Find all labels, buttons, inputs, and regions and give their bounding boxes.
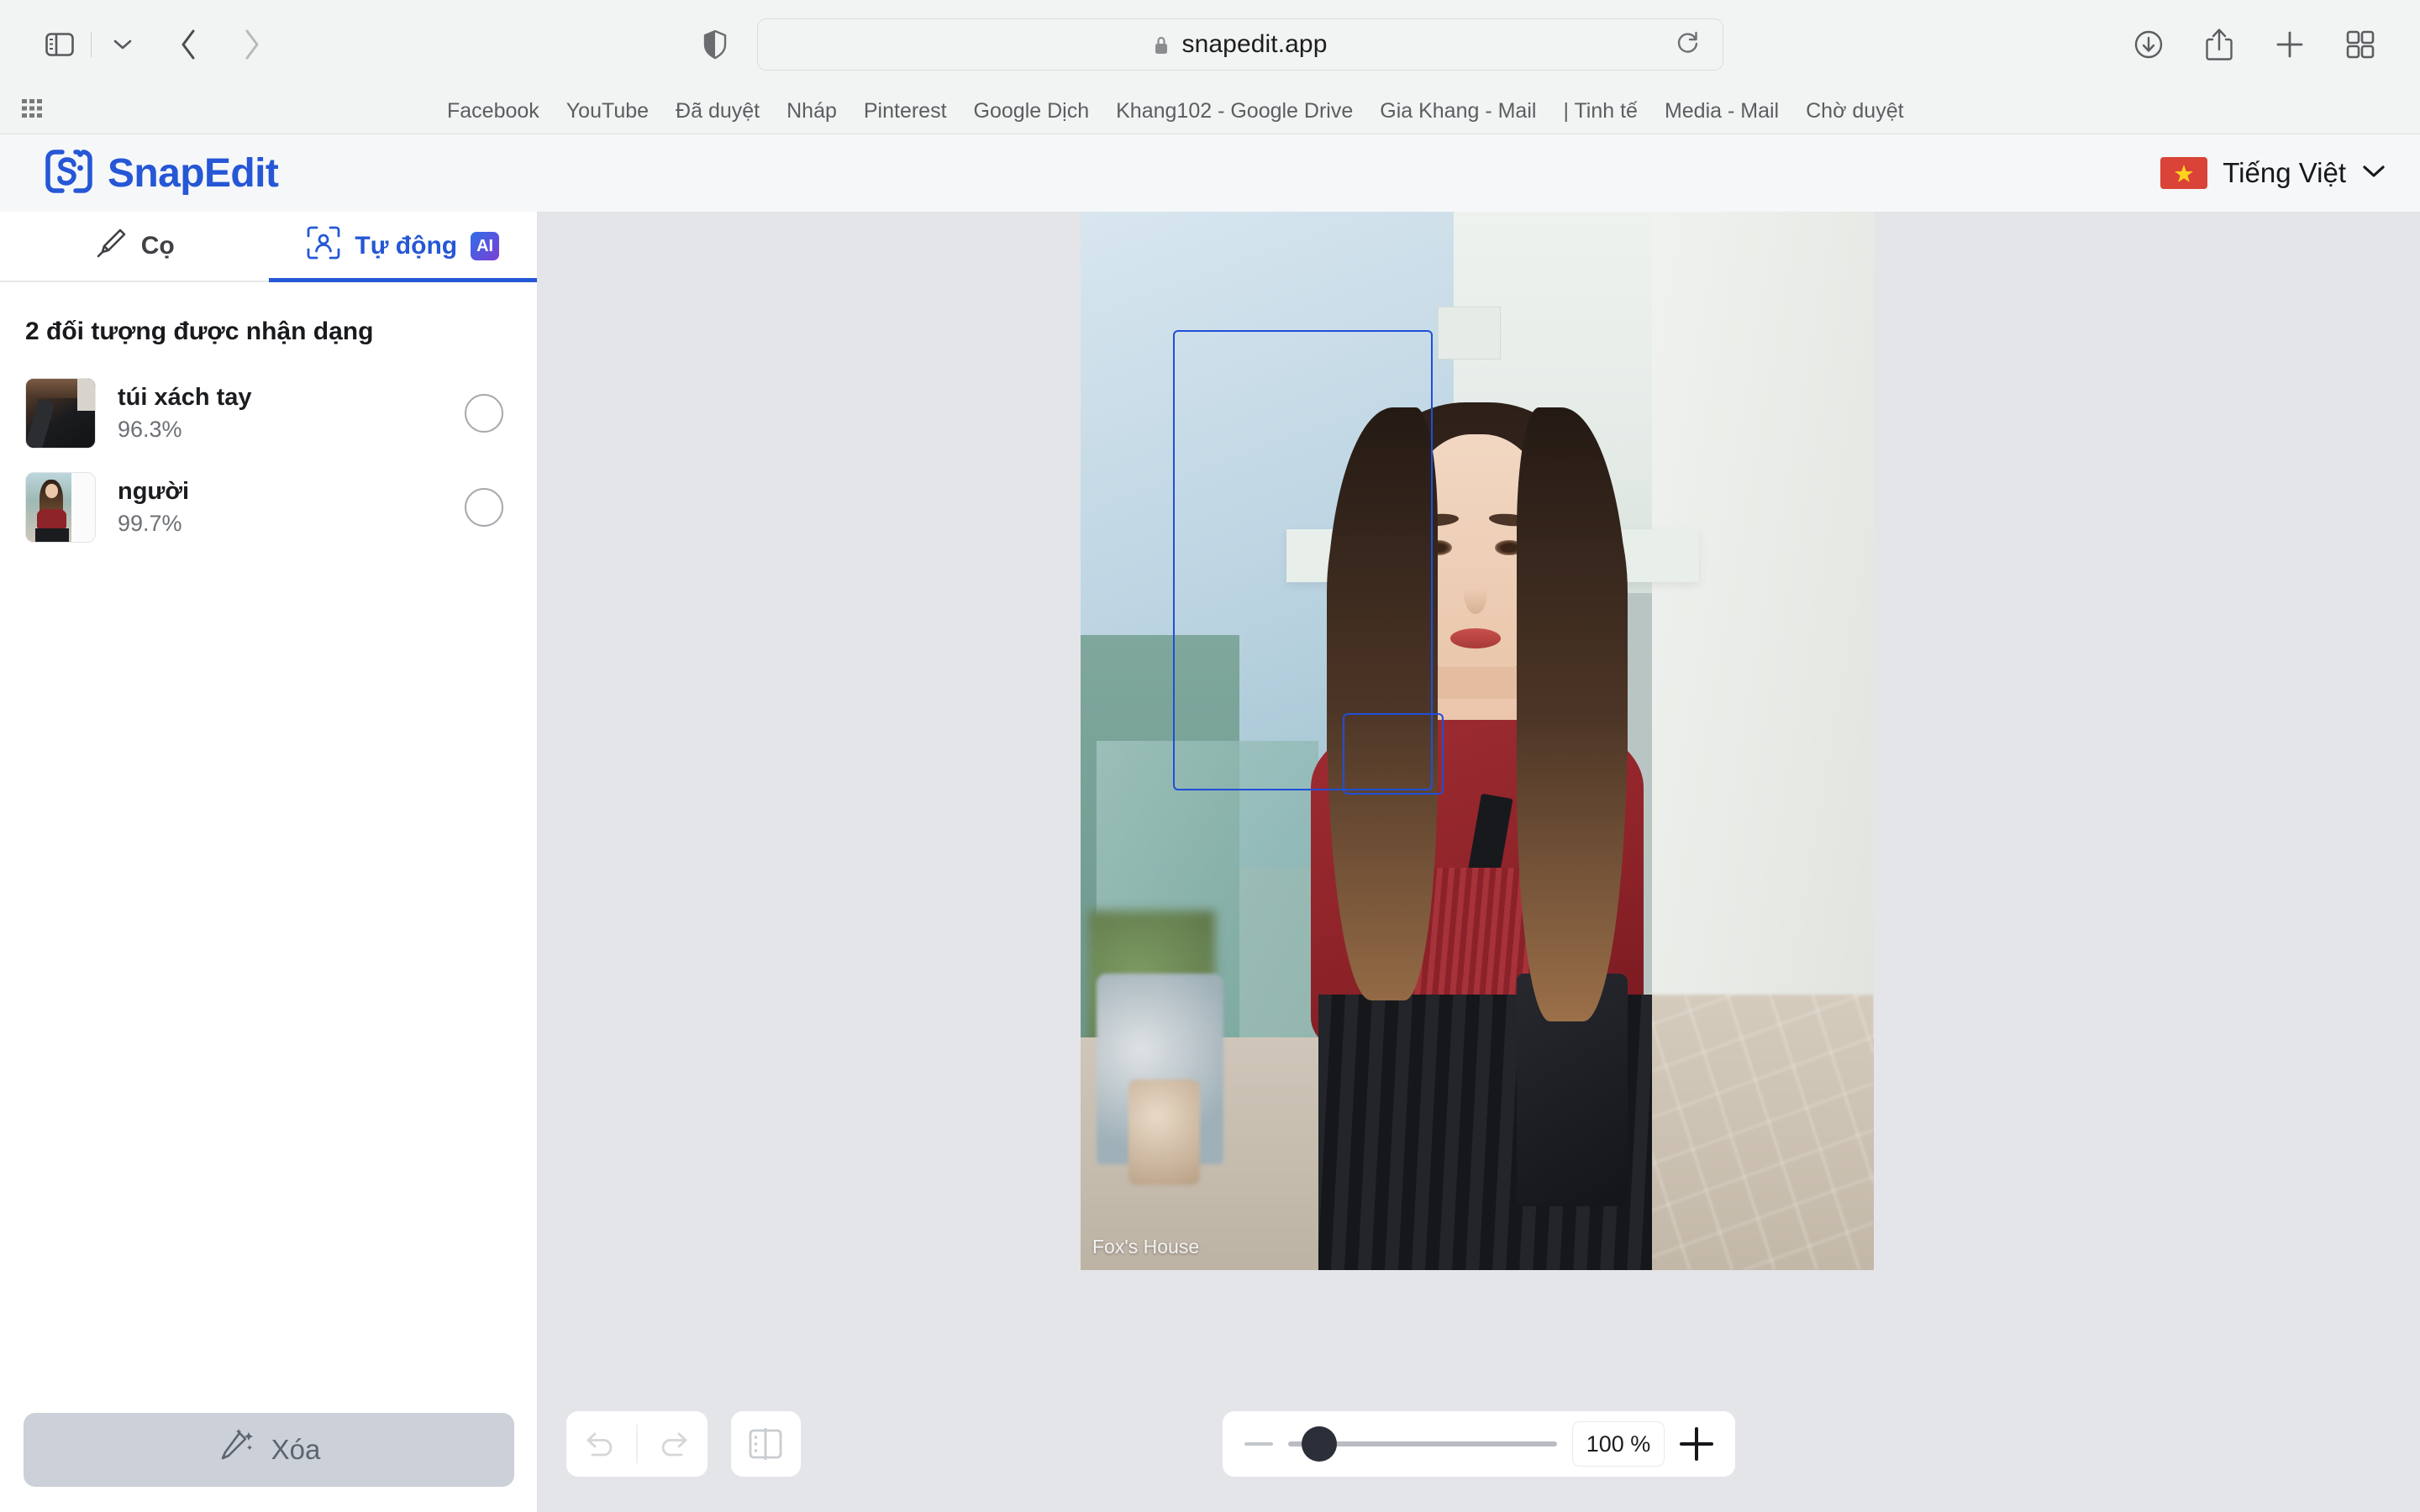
toolbar-divider	[91, 32, 92, 57]
zoom-slider-thumb[interactable]	[1302, 1426, 1337, 1462]
address-bar[interactable]: snapedit.app	[757, 18, 1723, 71]
magic-wand-icon	[218, 1428, 255, 1472]
address-bar-area: snapedit.app	[697, 18, 1723, 71]
toolbar-left-group	[34, 18, 278, 71]
photo-watermark: Fox's House	[1092, 1236, 1200, 1257]
navigation-arrows	[162, 18, 278, 71]
lock-icon	[1153, 34, 1170, 55]
object-thumbnail	[25, 378, 96, 449]
tab-auto-label: Tự động	[355, 232, 458, 260]
tab-brush-label: Cọ	[140, 232, 175, 260]
snapedit-logo-icon	[44, 146, 94, 201]
undo-redo-group	[566, 1411, 708, 1477]
bookmark-item[interactable]: Chờ duyệt	[1792, 94, 1917, 129]
bookmark-item[interactable]: Facebook	[434, 94, 553, 129]
address-text: snapedit.app	[1181, 30, 1328, 58]
chevron-down-icon[interactable]	[97, 18, 149, 71]
tab-auto[interactable]: Tự động AI	[268, 212, 538, 282]
panel-tabs: Cọ Tự động AI	[0, 212, 537, 282]
auto-detect-icon	[306, 225, 341, 267]
edited-photo[interactable]: Fox's House	[1081, 212, 1874, 1270]
bookmarks-bar: Facebook YouTube Đã duyệt Nháp Pinterest…	[0, 89, 2420, 134]
bookmark-item[interactable]: Pinterest	[850, 94, 960, 129]
bookmark-item[interactable]: Google Dịch	[960, 94, 1103, 129]
back-arrow-icon[interactable]	[162, 18, 214, 71]
compare-view-button[interactable]	[731, 1411, 801, 1477]
chevron-down-icon	[2361, 163, 2386, 184]
object-name: người	[118, 478, 190, 505]
browser-chrome: snapedit.app Facebook YouTube Đã duyệt N…	[0, 0, 2420, 134]
new-tab-plus-icon[interactable]	[2264, 18, 2316, 71]
detected-objects-title: 2 đối tượng được nhận dạng	[25, 318, 374, 345]
undo-button[interactable]	[566, 1411, 636, 1477]
list-item[interactable]: người 99.7%	[0, 460, 537, 554]
list-item[interactable]: túi xách tay 96.3%	[0, 366, 537, 460]
bookmark-item[interactable]: Khang102 - Google Drive	[1102, 94, 1366, 129]
bookmark-item[interactable]: Nháp	[773, 94, 850, 129]
bookmark-item[interactable]: Đã duyệt	[662, 94, 773, 129]
main-area: Cọ Tự động AI 2 đối tượng được nhận dạng…	[0, 212, 2420, 1512]
object-confidence: 99.7%	[118, 511, 182, 536]
image-canvas[interactable]: Fox's House 100 %	[538, 212, 2420, 1512]
photo-content	[1081, 212, 1874, 1270]
language-selector[interactable]: Tiếng Việt	[2160, 157, 2386, 189]
object-info: túi xách tay 96.3%	[118, 384, 252, 443]
zoom-control: 100 %	[1223, 1411, 1735, 1477]
history-tools	[566, 1411, 801, 1477]
forward-arrow-icon[interactable]	[226, 18, 278, 71]
tab-overview-icon[interactable]	[2334, 18, 2386, 71]
apps-grid-icon[interactable]	[22, 99, 47, 123]
zoom-in-button[interactable]	[1680, 1427, 1713, 1461]
delete-button-label: Xóa	[271, 1434, 321, 1465]
editor-side-panel: Cọ Tự động AI 2 đối tượng được nhận dạng…	[0, 212, 538, 1512]
object-select-checkbox[interactable]	[465, 488, 503, 527]
redo-button[interactable]	[638, 1411, 708, 1477]
tab-brush[interactable]: Cọ	[0, 212, 269, 281]
sidebar-toggle-icon[interactable]	[34, 18, 86, 71]
brand-logo[interactable]: SnapEdit	[44, 146, 279, 201]
zoom-slider[interactable]	[1288, 1411, 1557, 1477]
brand-name: SnapEdit	[108, 150, 279, 196]
share-icon[interactable]	[2193, 18, 2245, 71]
address-bar-content: snapedit.app	[1153, 30, 1327, 59]
bookmark-item[interactable]: | Tinh tế	[1549, 94, 1651, 129]
object-thumbnail	[25, 472, 96, 543]
toolbar-right-group	[2123, 18, 2386, 71]
privacy-shield-icon[interactable]	[697, 26, 734, 63]
brush-icon	[94, 226, 128, 266]
browser-toolbar: snapedit.app	[0, 0, 2420, 89]
object-name: túi xách tay	[118, 384, 252, 411]
zoom-out-button[interactable]	[1244, 1442, 1273, 1446]
app-header: SnapEdit Tiếng Việt	[0, 134, 2420, 212]
reload-icon[interactable]	[1676, 30, 1701, 60]
bookmark-item[interactable]: YouTube	[553, 94, 662, 129]
download-icon[interactable]	[2123, 18, 2175, 71]
bookmark-item[interactable]: Gia Khang - Mail	[1366, 94, 1549, 129]
object-info: người 99.7%	[118, 478, 189, 537]
ai-badge-icon: AI	[471, 232, 500, 260]
compare-group	[730, 1411, 801, 1477]
object-confidence: 96.3%	[118, 417, 182, 442]
language-label: Tiếng Việt	[2223, 157, 2346, 188]
delete-button[interactable]: Xóa	[24, 1413, 514, 1487]
bookmark-item[interactable]: Media - Mail	[1651, 94, 1792, 129]
detected-objects-list: túi xách tay 96.3% người 99.7%	[0, 346, 537, 554]
zoom-value[interactable]: 100 %	[1572, 1421, 1665, 1467]
vietnam-flag-icon	[2160, 157, 2208, 189]
object-select-checkbox[interactable]	[465, 394, 503, 433]
